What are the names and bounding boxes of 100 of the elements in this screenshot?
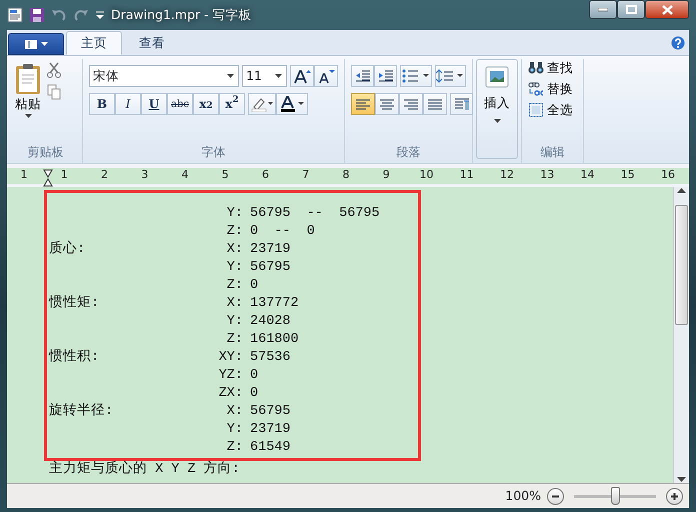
ribbon-tab[interactable]: 主页 [66,31,122,55]
caret-icon [226,74,236,78]
undo-icon[interactable] [51,7,67,23]
edit-command[interactable]: 全选 [528,100,577,120]
close-button[interactable] [645,0,689,19]
customize-dropdown-icon[interactable] [95,10,105,20]
close-icon [662,4,672,14]
axis-label: Y: [226,313,243,331]
paragraph-icon [454,97,470,111]
axis-label: Y: [226,205,243,223]
line-label: 旋转半径: [49,403,114,421]
highlighter-icon [251,96,273,112]
axis-label: Y: [226,259,243,277]
shrink-font-button[interactable] [314,65,338,87]
align-left-icon [355,98,371,110]
edit-command[interactable]: 替换 [528,80,577,98]
copy-icon[interactable] [47,84,61,100]
wordpad-icon[interactable] [7,7,23,23]
ruler: 1 1 2 3 4 5 6 7 8 9 10 11 12 13 14 15 16 [7,168,689,184]
italic-button[interactable]: I [115,93,141,115]
scrollbar[interactable] [673,187,689,483]
font-family-dropdown[interactable]: 宋体 [89,65,240,87]
font-size-dropdown[interactable]: 11 [242,65,287,87]
increase-indent-button[interactable] [374,65,397,87]
value-text: 0 -- 0 [250,223,315,241]
decrease-indent-button[interactable] [351,65,374,87]
zoom-out-button[interactable] [547,488,564,504]
subscript-button[interactable]: x$_{2}$ [193,93,219,115]
axis-label: YZ: [218,367,243,385]
value-text: 56795 [250,259,291,277]
group-label: 编辑 [540,144,566,161]
value-text: 0 [250,385,258,403]
indent-marker-icon[interactable] [43,169,53,187]
value-text: 137772 [250,295,299,313]
replace-icon [528,81,544,98]
maximize-button[interactable] [617,0,645,19]
paste-button[interactable]: 粘贴 [15,63,41,118]
value-text: 61549 [250,439,291,457]
insert-button[interactable]: 插入 [476,59,518,159]
strikethrough-button[interactable]: abc [167,93,193,115]
font-color-icon [279,96,305,112]
zoom-level: 100% [505,486,541,505]
list-button[interactable] [400,65,432,87]
grow-font-button[interactable] [290,65,314,87]
caret-icon [274,74,283,78]
highlight-button[interactable] [248,93,276,115]
picture-icon [485,66,509,88]
application-menu-button[interactable] [8,33,64,55]
decrease-indent-icon [354,69,370,83]
line-spacing-button[interactable] [434,65,466,87]
document-icon [24,38,38,50]
caret-icon [494,118,500,123]
axis-label: Z: [226,439,243,457]
caret-icon [24,114,32,118]
save-icon[interactable] [29,7,45,23]
select-all-icon [528,102,544,118]
bold-button[interactable]: B [89,93,115,115]
minimize-icon [598,8,608,12]
value-text: 0 [250,367,258,385]
help-icon[interactable] [671,36,685,50]
increase-indent-icon [378,69,394,83]
value-text: 23719 [250,241,291,259]
align-right-icon [403,98,419,110]
axis-label: X: [226,241,243,259]
axis-label: Z: [226,277,243,295]
group-label: 段落 [396,144,422,161]
group-label: 剪贴板 [26,144,64,161]
redo-icon[interactable] [73,7,89,23]
axis-label: X: [226,295,243,313]
zoom-slider-thumb[interactable] [611,486,620,504]
document-text: 主力矩与质心的 X Y Z 方向: [48,461,241,479]
align-justify-button[interactable] [423,93,447,115]
align-right-button[interactable] [399,93,423,115]
line-spacing-icon [436,69,464,83]
value-text: 56795 -- 56795 [250,205,380,223]
grow-font-icon [293,68,311,84]
align-center-icon [379,98,395,110]
caret-icon [41,42,48,46]
value-text: 24028 [250,313,291,331]
paragraph-button[interactable] [450,93,473,115]
edit-command[interactable]: 查找 [528,59,577,78]
align-left-button[interactable] [351,93,375,115]
value-text: 56795 [250,403,291,421]
axis-label: Y: [226,421,243,439]
underline-button[interactable]: U [141,93,167,115]
ribbon-tab[interactable]: 查看 [124,31,180,55]
superscript-button[interactable]: x$^{2}$ [219,93,245,115]
zoom-in-button[interactable] [666,488,683,504]
axis-label: Z: [226,223,243,241]
align-center-button[interactable] [375,93,399,115]
scissors-icon[interactable] [47,62,61,78]
value-text: 161800 [250,331,299,349]
font-color-button[interactable] [276,93,308,115]
align-justify-icon [427,98,443,110]
shrink-font-icon [317,68,335,84]
value-text: 0 [250,277,258,295]
group-label: 字体 [200,144,226,161]
line-label: 惯性积: [49,349,100,367]
minimize-button[interactable] [589,0,617,19]
bullet-list-icon [402,69,430,83]
